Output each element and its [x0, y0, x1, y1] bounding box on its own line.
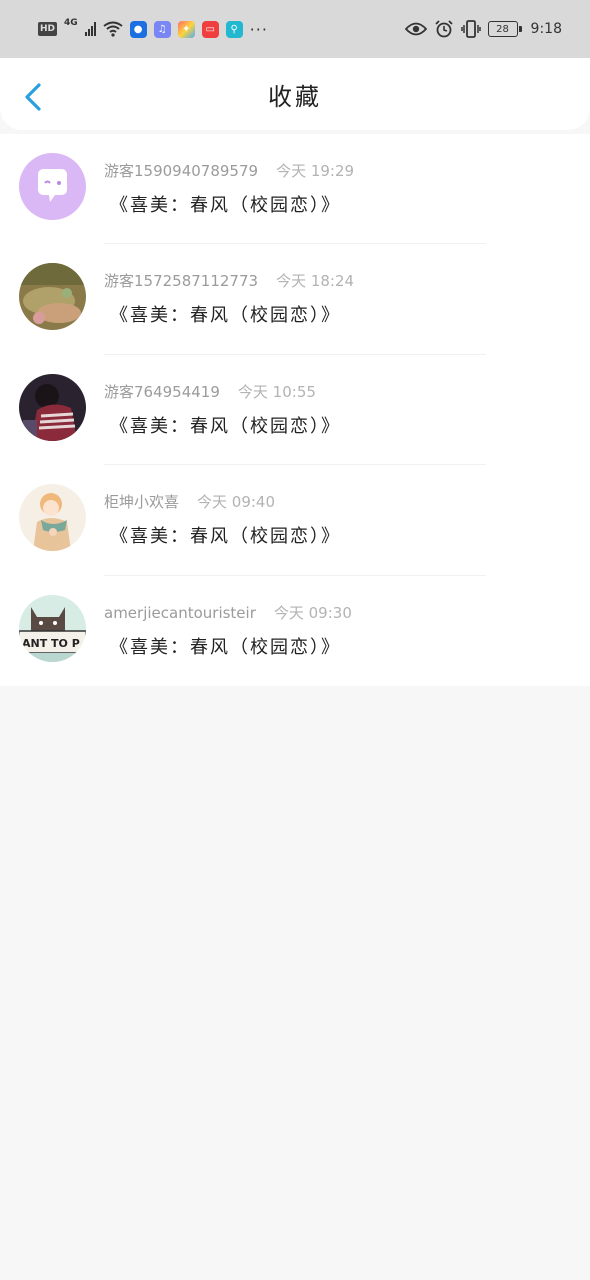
favorite-meta: 游客1590940789579 今天 19:29 — [104, 160, 354, 181]
network-type: 4G — [64, 18, 78, 28]
user-name: 游客764954419 — [104, 382, 220, 401]
favorite-time: 今天 09:40 — [197, 493, 276, 512]
alarm-icon — [434, 20, 453, 38]
user-avatar[interactable] — [19, 153, 86, 220]
chat-bubble-avatar-icon — [19, 153, 86, 220]
eye-icon — [404, 22, 427, 36]
favorite-time: 今天 18:24 — [276, 272, 355, 291]
notification-app-icon-gallery: ✦ — [177, 20, 195, 38]
notification-app-icon-book: ▭ — [201, 20, 219, 38]
favorite-item[interactable]: 游客764954419 今天 10:55 《喜美：春风（校园恋）》 — [0, 355, 590, 466]
cat-sign-avatar-icon: ANT TO P — [19, 594, 86, 662]
favorite-item[interactable]: ANT TO P amerjiecantouristeir 今天 09:30 《喜… — [0, 576, 590, 686]
novel-title[interactable]: 《喜美：春风（校园恋）》 — [110, 522, 341, 548]
favorite-time: 今天 09:30 — [273, 603, 352, 622]
more-notifications-icon: ··· — [249, 19, 268, 39]
favorite-meta: 柜坤小欢喜 今天 09:40 — [104, 491, 275, 512]
anime-boy-avatar-icon — [19, 484, 86, 552]
signal-icon — [84, 22, 96, 36]
favorite-item[interactable]: 柜坤小欢喜 今天 09:40 《喜美：春风（校园恋）》 — [0, 465, 590, 576]
cat-sign-text: ANT TO P — [22, 637, 80, 650]
notification-app-icon-search: ⚲ — [225, 20, 243, 38]
user-avatar[interactable] — [19, 263, 86, 331]
wifi-icon — [103, 21, 123, 37]
status-bar-left: HD 4G ● ♫ ✦ ▭ ⚲ ··· — [38, 18, 268, 39]
clock-time: 9:18 — [530, 21, 562, 37]
favorite-time: 今天 19:29 — [276, 162, 355, 180]
notification-app-icon-music: ♫ — [153, 20, 171, 38]
user-avatar[interactable]: ANT TO P — [19, 594, 86, 662]
notification-app-icon-bulb: ● — [129, 20, 147, 38]
photo-avatar-icon — [19, 373, 86, 441]
hd-badge: HD — [38, 22, 58, 36]
app-header: 收藏 — [0, 58, 590, 130]
photo-avatar-icon — [19, 263, 86, 331]
user-name: amerjiecantouristeir — [104, 603, 256, 622]
novel-title[interactable]: 《喜美：春风（校园恋）》 — [110, 191, 341, 217]
favorite-item[interactable]: 游客1572587112773 今天 18:24 《喜美：春风（校园恋）》 — [0, 244, 590, 356]
user-name: 游客1590940789579 — [104, 162, 259, 180]
favorite-meta: 游客764954419 今天 10:55 — [104, 381, 316, 402]
favorite-item[interactable]: 游客1590940789579 今天 19:29 《喜美：春风（校园恋）》 — [0, 134, 590, 245]
novel-title[interactable]: 《喜美：春风（校园恋）》 — [110, 412, 341, 438]
favorite-meta: amerjiecantouristeir 今天 09:30 — [104, 602, 352, 623]
user-name: 柜坤小欢喜 — [104, 493, 180, 512]
status-bar-right: 28 9:18 — [404, 20, 562, 38]
back-arrow-icon[interactable] — [22, 82, 44, 112]
battery-icon: 28 — [487, 21, 522, 37]
page-title: 收藏 — [268, 82, 322, 111]
favorite-meta: 游客1572587112773 今天 18:24 — [104, 270, 354, 291]
favorites-list: 游客1590940789579 今天 19:29 《喜美：春风（校园恋）》 游客1… — [0, 134, 590, 686]
status-bar: HD 4G ● ♫ ✦ ▭ ⚲ ··· 28 9:18 — [0, 0, 590, 58]
vibrate-icon — [460, 20, 481, 38]
novel-title[interactable]: 《喜美：春风（校园恋）》 — [110, 633, 341, 659]
user-name: 游客1572587112773 — [104, 272, 259, 291]
novel-title[interactable]: 《喜美：春风（校园恋）》 — [110, 301, 341, 327]
user-avatar[interactable] — [19, 373, 86, 441]
user-avatar[interactable] — [19, 484, 86, 552]
favorite-time: 今天 10:55 — [237, 382, 316, 401]
